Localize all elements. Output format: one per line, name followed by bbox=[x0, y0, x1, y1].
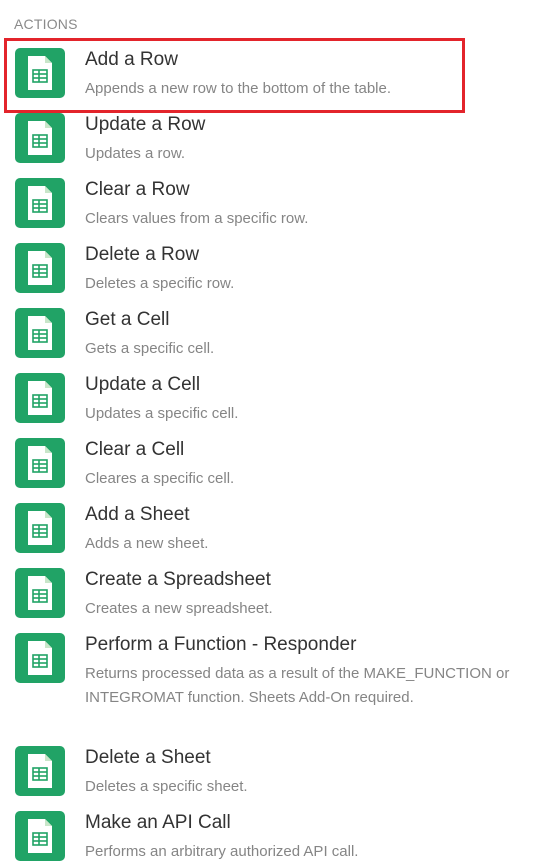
action-perform-function-responder[interactable]: Perform a Function - Responder Returns p… bbox=[0, 631, 551, 736]
action-description: Creates a new spreadsheet. bbox=[85, 600, 273, 617]
google-sheets-icon bbox=[15, 243, 65, 293]
action-add-sheet[interactable]: Add a Sheet Adds a new sheet. bbox=[0, 501, 551, 561]
action-description: Cleares a specific cell. bbox=[85, 470, 235, 487]
action-title: Make an API Call bbox=[85, 812, 231, 833]
action-description: Deletes a specific row. bbox=[85, 275, 235, 292]
action-clear-row[interactable]: Clear a Row Clears values from a specifi… bbox=[0, 176, 551, 236]
action-title: Add a Sheet bbox=[85, 504, 190, 525]
google-sheets-icon bbox=[15, 308, 65, 358]
action-make-api-call[interactable]: Make an API Call Performs an arbitrary a… bbox=[0, 809, 551, 867]
action-delete-row[interactable]: Delete a Row Deletes a specific row. bbox=[0, 241, 551, 301]
action-description: Clears values from a specific row. bbox=[85, 210, 309, 227]
action-title: Clear a Cell bbox=[85, 439, 185, 460]
action-title: Create a Spreadsheet bbox=[85, 569, 271, 590]
action-title: Add a Row bbox=[85, 49, 178, 70]
google-sheets-icon bbox=[15, 113, 65, 163]
action-get-cell[interactable]: Get a Cell Gets a specific cell. bbox=[0, 306, 551, 366]
action-add-row[interactable]: Add a Row Appends a new row to the botto… bbox=[0, 46, 551, 106]
google-sheets-icon bbox=[15, 178, 65, 228]
action-description: Updates a row. bbox=[85, 145, 186, 162]
action-update-row[interactable]: Update a Row Updates a row. bbox=[0, 111, 551, 171]
action-title: Delete a Sheet bbox=[85, 747, 211, 768]
google-sheets-icon bbox=[15, 373, 65, 423]
action-title: Update a Cell bbox=[85, 374, 201, 395]
google-sheets-icon bbox=[15, 633, 65, 683]
action-delete-sheet[interactable]: Delete a Sheet Deletes a specific sheet. bbox=[0, 744, 551, 804]
action-description: Adds a new sheet. bbox=[85, 535, 209, 552]
action-title: Get a Cell bbox=[85, 309, 170, 330]
google-sheets-icon bbox=[15, 568, 65, 618]
action-description: Gets a specific cell. bbox=[85, 340, 215, 357]
action-description: Updates a specific cell. bbox=[85, 405, 239, 422]
action-title: Clear a Row bbox=[85, 179, 190, 200]
google-sheets-icon bbox=[15, 811, 65, 861]
action-description: Performs an arbitrary authorized API cal… bbox=[85, 843, 359, 860]
google-sheets-icon bbox=[15, 503, 65, 553]
google-sheets-icon bbox=[15, 438, 65, 488]
action-description: Deletes a specific sheet. bbox=[85, 778, 248, 795]
action-create-spreadsheet[interactable]: Create a Spreadsheet Creates a new sprea… bbox=[0, 566, 551, 626]
actions-list: Add a Row Appends a new row to the botto… bbox=[0, 0, 551, 867]
action-description: Appends a new row to the bottom of the t… bbox=[85, 80, 392, 97]
action-clear-cell[interactable]: Clear a Cell Cleares a specific cell. bbox=[0, 436, 551, 496]
google-sheets-icon bbox=[15, 746, 65, 796]
action-title: Perform a Function - Responder bbox=[85, 634, 357, 655]
action-title: Delete a Row bbox=[85, 244, 200, 265]
action-description: Returns processed data as a result of th… bbox=[85, 665, 510, 706]
google-sheets-icon bbox=[15, 48, 65, 98]
action-title: Update a Row bbox=[85, 114, 206, 135]
action-update-cell[interactable]: Update a Cell Updates a specific cell. bbox=[0, 371, 551, 431]
